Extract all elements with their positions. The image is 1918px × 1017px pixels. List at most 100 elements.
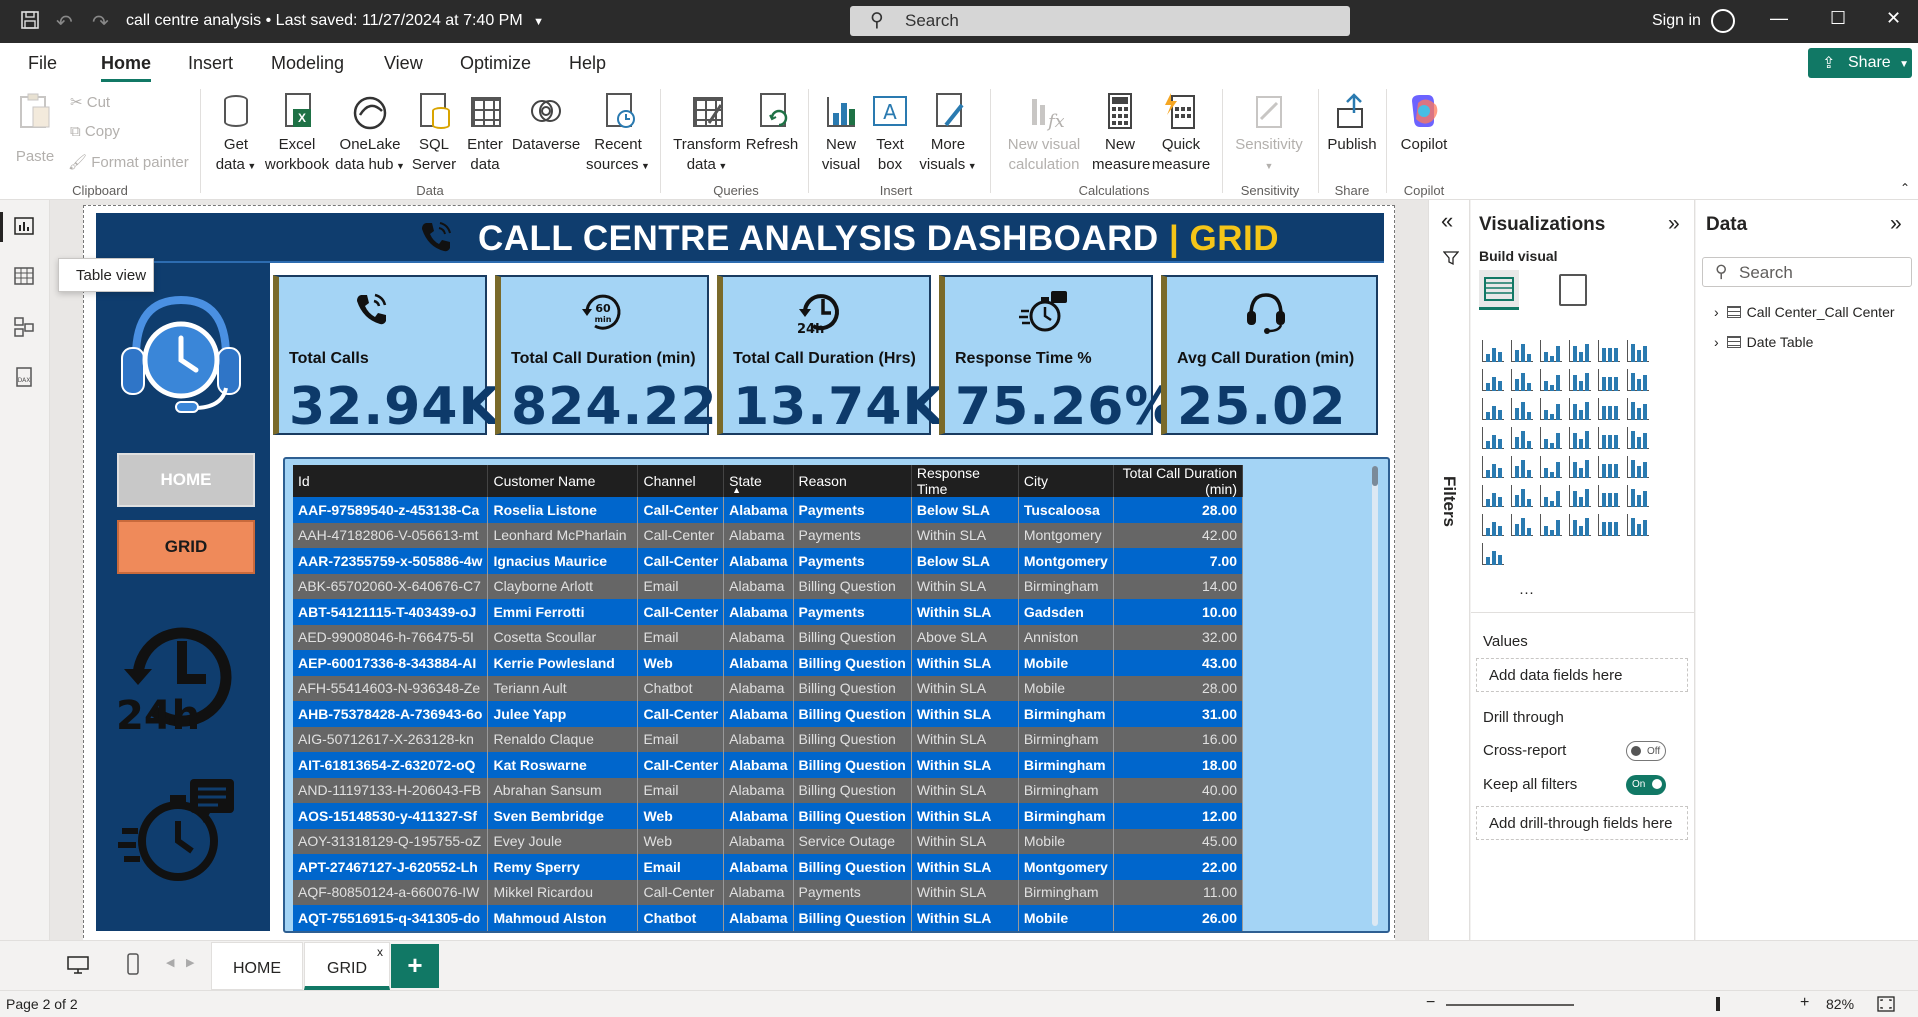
- collapse-data-pane-icon[interactable]: »: [1890, 212, 1902, 236]
- waterfall-icon[interactable]: [1509, 396, 1535, 422]
- table-row[interactable]: ABK-65702060-X-640676-C7 Clayborne Arlott…: [293, 573, 1244, 599]
- more-visuals-ellipsis[interactable]: ···: [1519, 584, 1534, 601]
- document-title[interactable]: call centre analysis • Last saved: 11/27…: [126, 12, 544, 30]
- column-header-total-call-duration[interactable]: Total Call Duration (min): [1113, 465, 1244, 497]
- maximize-icon[interactable]: ☐: [1830, 8, 1846, 29]
- close-icon[interactable]: ✕: [1886, 8, 1901, 29]
- add-page-button[interactable]: +: [391, 944, 439, 988]
- data-table-item[interactable]: › Call Center_Call Center: [1714, 304, 1895, 320]
- line-column-icon[interactable]: [1596, 367, 1622, 393]
- filters-pane-collapsed[interactable]: « Filters: [1428, 200, 1470, 990]
- model-view-icon[interactable]: [13, 316, 37, 338]
- tab-home[interactable]: Home: [101, 53, 152, 82]
- paste-button[interactable]: Paste: [14, 91, 56, 165]
- collapse-visualizations-icon[interactable]: »: [1668, 212, 1680, 236]
- drill-through-well[interactable]: Add drill-through fields here: [1476, 806, 1688, 840]
- report-view-icon[interactable]: [0, 212, 37, 242]
- tab-optimize[interactable]: Optimize: [460, 53, 531, 74]
- format-painter-button[interactable]: 🖌 Format painter: [68, 153, 189, 171]
- copilot-button[interactable]: Copilot: [1394, 91, 1454, 155]
- build-visual-tab-icon[interactable]: [1479, 270, 1519, 310]
- zoom-out-icon[interactable]: −: [1426, 994, 1435, 1012]
- card-icon[interactable]: [1480, 454, 1506, 480]
- table-row[interactable]: AEP-60017336-8-343884-AI Kerrie Powleslan…: [293, 650, 1244, 676]
- 100-bar-icon[interactable]: [1596, 338, 1622, 364]
- decomposition-tree-icon[interactable]: [1567, 483, 1593, 509]
- mobile-layout-icon[interactable]: [126, 953, 140, 980]
- cross-report-toggle[interactable]: Off: [1626, 741, 1666, 761]
- new-visual-button[interactable]: New visual: [818, 91, 864, 175]
- clustered-column-icon[interactable]: [1567, 338, 1593, 364]
- new-visual-calculation-button[interactable]: fx New visual calculation: [998, 91, 1090, 175]
- stacked-area-icon[interactable]: [1538, 367, 1564, 393]
- table-row[interactable]: AAR-72355759-x-505886-4w Ignacius Maurice…: [293, 548, 1244, 574]
- scatter-icon[interactable]: [1567, 396, 1593, 422]
- table-row[interactable]: AED-99008046-h-766475-5I Cosetta Scoullar…: [293, 624, 1244, 650]
- enter-data-button[interactable]: Enter data: [461, 91, 509, 175]
- 100-column-icon[interactable]: [1625, 338, 1651, 364]
- line-clustered-icon[interactable]: [1625, 367, 1651, 393]
- slicer-icon[interactable]: [1567, 454, 1593, 480]
- table-row[interactable]: AND-11197133-H-206043-FB Abrahan Sansum Em…: [293, 777, 1244, 803]
- table-row[interactable]: AAH-47182806-V-056613-mt Leonhard McPharl…: [293, 522, 1244, 548]
- stacked-column-icon[interactable]: [1509, 338, 1535, 364]
- cut-button[interactable]: ✂ Cut: [70, 93, 110, 111]
- table-row[interactable]: AAF-97589540-z-453138-Ca Roselia Listone C…: [293, 497, 1244, 523]
- tab-help[interactable]: Help: [569, 53, 606, 74]
- goals-icon[interactable]: [1480, 512, 1506, 538]
- shape-map-icon[interactable]: [1567, 425, 1593, 451]
- python-visual-icon[interactable]: [1509, 483, 1535, 509]
- table-vertical-scrollbar[interactable]: [1372, 466, 1378, 926]
- azure-map-icon[interactable]: [1596, 425, 1622, 451]
- share-button[interactable]: ⇪ Share ▼: [1808, 48, 1912, 78]
- data-table-item[interactable]: › Date Table: [1714, 334, 1813, 350]
- multi-row-card-icon[interactable]: [1509, 454, 1535, 480]
- r-visual-icon[interactable]: [1480, 483, 1506, 509]
- table-row[interactable]: APT-27467127-J-620552-Lh Remy Sperry Email…: [293, 854, 1244, 880]
- column-header-response-time[interactable]: Response Time: [911, 465, 1019, 497]
- gauge-icon[interactable]: [1625, 425, 1651, 451]
- desktop-layout-icon[interactable]: [66, 955, 90, 980]
- refresh-button[interactable]: Refresh: [744, 91, 800, 155]
- table-view-icon[interactable]: [13, 266, 37, 288]
- scrollbar-thumb[interactable]: [1372, 466, 1378, 486]
- user-avatar-icon[interactable]: [1711, 9, 1735, 33]
- minimize-icon[interactable]: —: [1770, 8, 1788, 29]
- quick-measure-button[interactable]: Quick measure: [1150, 91, 1212, 175]
- call-details-table-visual[interactable]: Id Customer Name Channel State ▲ Reason R…: [283, 457, 1390, 933]
- fit-to-page-icon[interactable]: [1876, 995, 1896, 1016]
- table-row[interactable]: AOS-15148530-y-411327-Sf Sven Bembridge We…: [293, 803, 1244, 829]
- copy-button[interactable]: ⧉ Copy: [70, 123, 120, 140]
- data-search-input[interactable]: ⚲ Search: [1702, 257, 1912, 287]
- ribbon-area-icon[interactable]: [1567, 367, 1593, 393]
- sensitivity-button[interactable]: Sensitivity ▼: [1232, 91, 1306, 176]
- matrix-icon[interactable]: [1625, 454, 1651, 480]
- save-icon[interactable]: [20, 10, 40, 36]
- ribbon-chart-icon[interactable]: [1480, 396, 1506, 422]
- zoom-slider-thumb[interactable]: [1716, 997, 1720, 1011]
- expand-filters-icon[interactable]: «: [1441, 208, 1453, 234]
- undo-icon[interactable]: ↶: [56, 10, 73, 35]
- table-icon[interactable]: [1596, 454, 1622, 480]
- format-visual-tab-icon[interactable]: [1559, 274, 1587, 306]
- tab-insert[interactable]: Insert: [188, 53, 233, 74]
- dax-query-view-icon[interactable]: DAX: [13, 366, 37, 388]
- column-header-state[interactable]: State ▲: [723, 465, 794, 497]
- kpi-card-total-call-duration-hrs[interactable]: 24h Total Call Duration (Hrs) 13.74K: [717, 275, 943, 437]
- table-row[interactable]: AHB-75378428-A-736943-6o Julee Yapp Call-C…: [293, 701, 1244, 727]
- collapse-ribbon-icon[interactable]: ⌃: [1900, 181, 1910, 195]
- tab-modeling[interactable]: Modeling: [271, 53, 344, 74]
- scroll-left-icon[interactable]: ◀: [166, 956, 174, 969]
- nav-home-button[interactable]: HOME: [117, 453, 255, 507]
- power-apps-icon[interactable]: [1538, 512, 1564, 538]
- onelake-data-hub-button[interactable]: OneLake data hub ▼: [332, 91, 408, 176]
- line-chart-icon[interactable]: [1480, 367, 1506, 393]
- custom-visual-icon[interactable]: [1596, 512, 1622, 538]
- recent-sources-button[interactable]: Recent sources ▼: [586, 91, 650, 176]
- publish-button[interactable]: Publish: [1326, 91, 1378, 155]
- column-header-city[interactable]: City: [1018, 465, 1114, 497]
- chevron-visual-icon[interactable]: [1480, 541, 1506, 567]
- values-well[interactable]: Add data fields here: [1476, 658, 1688, 692]
- excel-workbook-button[interactable]: X Excel workbook: [262, 91, 332, 175]
- column-header-customer-name[interactable]: Customer Name: [487, 465, 639, 497]
